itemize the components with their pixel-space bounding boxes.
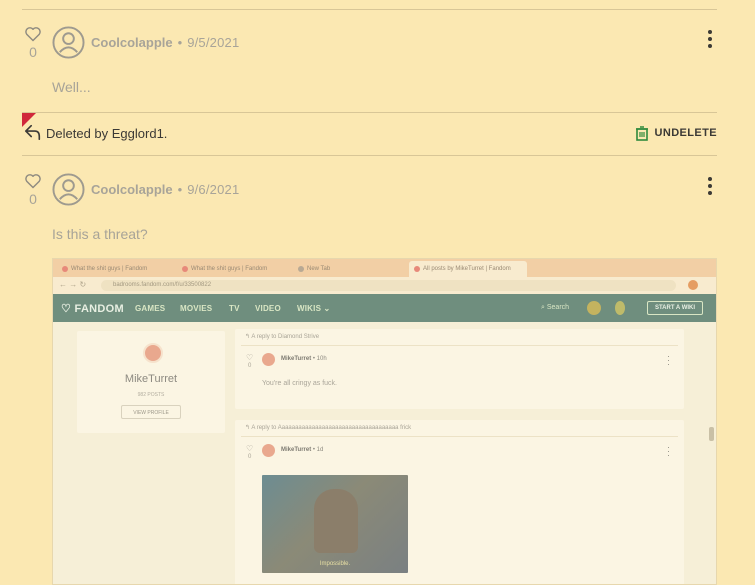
profile-avatar	[143, 343, 163, 363]
browser-tab-bar: What the shit guys | Fandom What the shi…	[53, 259, 716, 277]
browser-tab-active: All posts by MikeTurret | Fandom	[409, 261, 527, 277]
fandom-logo: ♡ FANDOM	[61, 303, 124, 315]
reply-to-label: ↰ A reply to Diamond Strive	[245, 334, 320, 340]
start-wiki-button: START A WIKI	[647, 301, 703, 315]
nav-item: GAMES	[135, 304, 166, 313]
more-options-icon: · · ·	[667, 351, 670, 369]
separator: •	[177, 35, 183, 50]
url-field: badrooms.fandom.com/f/u/33500822	[101, 280, 676, 291]
profile-card: MikeTurret 982 POSTS VIEW PROFILE	[77, 331, 225, 433]
gif-caption: Impossible.	[319, 561, 351, 567]
profile-name: MikeTurret	[124, 373, 178, 385]
reply-to-label: ↰ A reply to Aaaaaaaaaaaaaaaaaaaaaaaaaaa…	[245, 425, 412, 431]
post-meta: MikeTurret • 10h	[281, 356, 327, 362]
nav-item: VIDEO	[255, 304, 281, 313]
nav-search: ⌕ Search	[541, 304, 570, 311]
post-body: You're all cringy as fuck.	[262, 380, 338, 387]
undelete-label: UNDELETE	[654, 127, 717, 139]
avatar[interactable]	[52, 173, 85, 206]
scrollbar	[709, 427, 714, 441]
like-count: 0	[29, 191, 37, 207]
embedded-post: ↰ A reply to Diamond Strive ♡ 0 MikeTurr…	[235, 329, 684, 409]
author-link[interactable]: Coolcolapple	[91, 35, 173, 50]
heart-icon	[25, 174, 41, 189]
attached-screenshot[interactable]: What the shit guys | Fandom What the shi…	[52, 258, 717, 585]
comment: 0 Coolcolapple • 9/6/2021 Is this a threat…	[22, 173, 717, 253]
like-count: 0	[248, 454, 252, 460]
deleted-notice: Deleted by Egglord1. UNDELETE	[22, 113, 717, 153]
author-link[interactable]: Coolcolapple	[91, 182, 173, 197]
like-count: 0	[29, 44, 37, 60]
browser-address-bar: ← → ↻ badrooms.fandom.com/f/u/33500822	[53, 277, 716, 294]
more-options-icon[interactable]	[705, 30, 715, 52]
comment-date: 9/5/2021	[187, 35, 240, 50]
comment-body: Well...	[52, 79, 91, 95]
browser-tab: What the shit guys | Fandom	[177, 261, 289, 277]
comment-body: Is this a threat?	[52, 226, 148, 242]
browser-tab: What the shit guys | Fandom	[57, 261, 173, 277]
heart-icon: ♡	[246, 444, 254, 453]
embedded-post: ↰ A reply to Aaaaaaaaaaaaaaaaaaaaaaaaaaa…	[235, 420, 684, 584]
comment-date: 9/6/2021	[187, 182, 240, 197]
heart-icon	[25, 27, 41, 42]
comment: 0 Coolcolapple • 9/5/2021 Well...	[22, 26, 717, 102]
divider	[22, 155, 717, 156]
deleted-text: Deleted by Egglord1.	[46, 126, 168, 141]
comment-meta: Coolcolapple • 9/5/2021	[91, 35, 239, 50]
notification-icon	[615, 301, 625, 315]
more-options-icon: · · ·	[667, 442, 670, 460]
like-control[interactable]: 0	[22, 173, 44, 207]
separator: •	[177, 182, 183, 197]
nav-item: TV	[229, 304, 240, 313]
extension-icon	[688, 280, 698, 290]
more-options-icon[interactable]	[705, 177, 715, 199]
like-control[interactable]: 0	[22, 26, 44, 60]
undelete-icon	[635, 126, 648, 141]
post-meta: MikeTurret • 1d	[281, 447, 324, 453]
nav-item: WIKIS ⌄	[297, 304, 331, 313]
reply-arrow-icon	[24, 124, 41, 141]
nav-item: MOVIES	[180, 304, 213, 313]
undelete-button[interactable]: UNDELETE	[635, 125, 717, 141]
fandom-nav: ♡ FANDOM GAMES MOVIES TV VIDEO WIKIS ⌄ ⌕…	[53, 294, 716, 322]
profile-post-count: 982 POSTS	[137, 392, 165, 398]
divider	[22, 9, 717, 10]
browser-tab: New Tab	[293, 261, 403, 277]
avatar	[262, 353, 275, 366]
view-profile-button: VIEW PROFILE	[121, 405, 181, 419]
like-count: 0	[248, 363, 252, 369]
avatar	[262, 444, 275, 457]
comment-meta: Coolcolapple • 9/6/2021	[91, 182, 239, 197]
avatar[interactable]	[52, 26, 85, 59]
user-avatar-icon	[587, 301, 601, 315]
browser-nav-icon: ← → ↻	[59, 280, 87, 289]
gif-image: Impossible.	[262, 475, 408, 573]
heart-icon: ♡	[246, 353, 254, 362]
